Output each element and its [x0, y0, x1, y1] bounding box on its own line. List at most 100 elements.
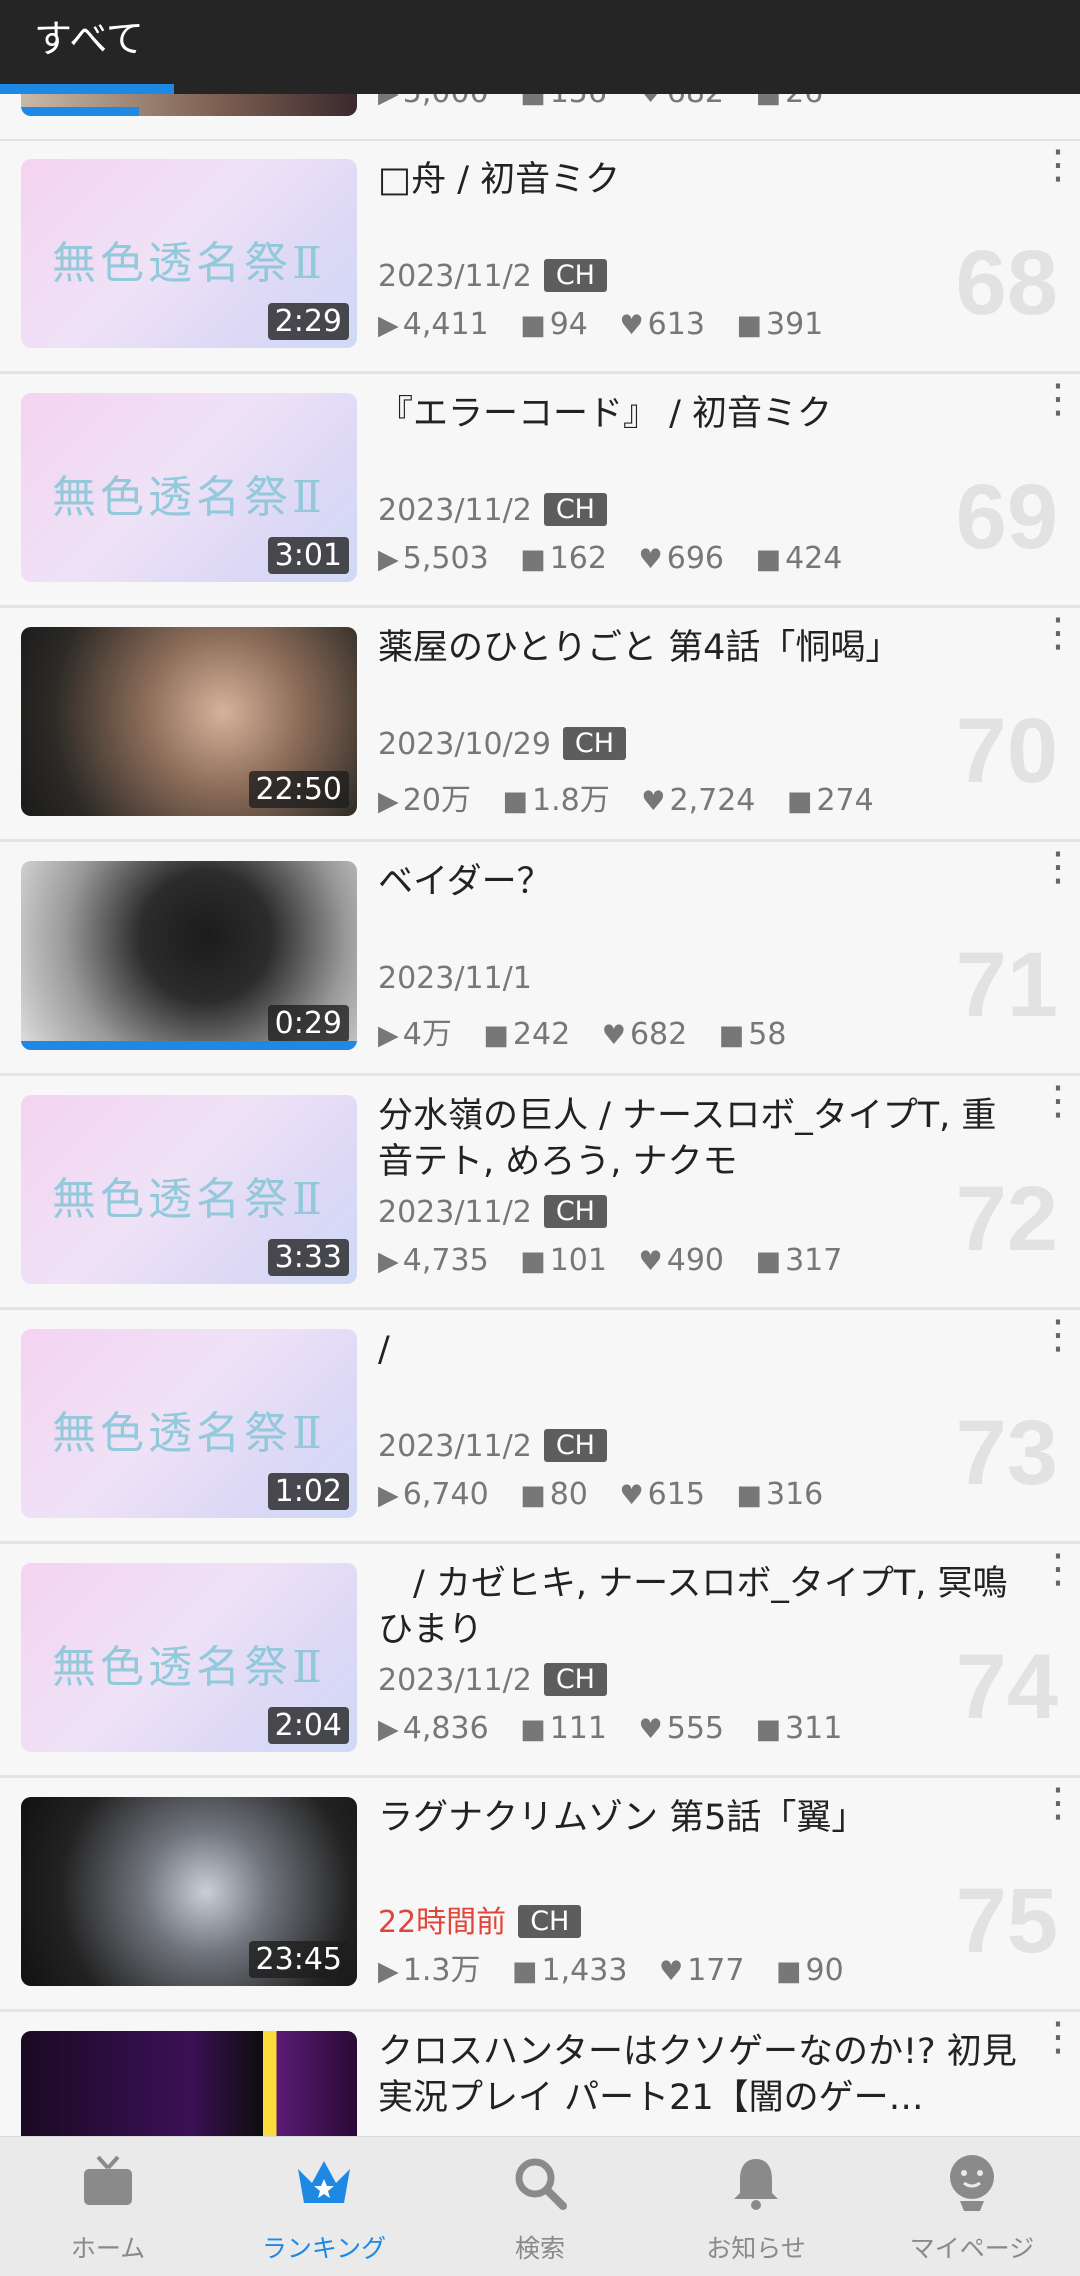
- rank-number: 74: [955, 1636, 1058, 1738]
- like-count: ♥ 696: [638, 541, 725, 576]
- play-icon: ▶: [378, 1714, 399, 1745]
- view-count: ▶ 4,735: [378, 1243, 489, 1278]
- upload-date: 2023/11/2 CH: [378, 1195, 607, 1230]
- folder-icon: ■: [786, 786, 813, 817]
- more-options-icon[interactable]: ⋮: [1038, 1081, 1078, 1121]
- list-item[interactable]: 0:29 ベイダー？ 2023/11/1 ▶ 4万 ■ 242 ♥ 682 ■ 58 7…: [0, 843, 1080, 1076]
- video-duration: 22:50: [248, 771, 349, 808]
- search-icon: [515, 2158, 567, 2210]
- tv-icon: [84, 2155, 132, 2205]
- mylist-count: ■ 316: [736, 1477, 824, 1512]
- list-item[interactable]: 無色透名祭Ⅱ 2:04 / カゼヒキ, ナースロボ_タイプT, 冥鳴ひまり 20…: [0, 1545, 1080, 1778]
- more-options-icon[interactable]: ⋮: [1038, 379, 1078, 419]
- list-item[interactable]: 無色透名祭Ⅱ 3:33 分水嶺の巨人 / ナースロボ_タイプT, 重音テト, め…: [0, 1077, 1080, 1310]
- thumbnail-logo-text: 無色透名祭Ⅱ: [52, 1174, 326, 1225]
- more-options-icon[interactable]: ⋮: [1038, 2017, 1078, 2057]
- comment-count: ■ 101: [520, 1243, 607, 1278]
- video-thumbnail[interactable]: 23:45: [21, 1797, 357, 1986]
- video-stats: ▶ 4,411 ■ 94 ♥ 613 ■ 391: [378, 307, 845, 342]
- more-options-icon[interactable]: ⋮: [1038, 145, 1078, 185]
- thumbnail-logo-text: 無色透名祭Ⅱ: [52, 1408, 326, 1459]
- like-count: ♥ 177: [658, 1953, 745, 1988]
- heart-icon: ♥: [638, 1246, 663, 1277]
- list-item[interactable]: 23:45 ラグナクリムゾン 第5話「翼」 22時間前 CH ▶ 1.3万 ■ 1,4…: [0, 1779, 1080, 2012]
- video-thumbnail[interactable]: 0:29: [21, 861, 357, 1050]
- more-options-icon[interactable]: ⋮: [1038, 847, 1078, 887]
- view-count: ▶ 5,503: [378, 541, 489, 576]
- comment-icon: ■: [520, 310, 546, 341]
- upload-date-text: 2023/11/2: [378, 259, 532, 294]
- more-options-icon[interactable]: ⋮: [1038, 1315, 1078, 1355]
- upload-date: 2023/11/1: [378, 961, 532, 996]
- like-count: ♥ 490: [638, 1243, 725, 1278]
- folder-icon: ■: [736, 1480, 762, 1511]
- nav-item-notifications[interactable]: お知らせ: [648, 2137, 864, 2276]
- video-thumbnail[interactable]: 無色透名祭Ⅱ 1:02: [21, 1329, 357, 1518]
- active-tab-indicator: [0, 84, 174, 94]
- folder-icon: ■: [755, 1246, 782, 1277]
- mylist-count: ■ 311: [755, 1711, 843, 1746]
- video-title[interactable]: クロスハンターはクソゲーなのか!? 初見実況プレイ パート21【闇のゲー…: [378, 2029, 1028, 2121]
- video-title[interactable]: 分水嶺の巨人 / ナースロボ_タイプT, 重音テト, めろう, ナクモ: [378, 1093, 1028, 1185]
- video-thumbnail[interactable]: 無色透名祭Ⅱ 2:04: [21, 1563, 357, 1752]
- video-title[interactable]: ラグナクリムゾン 第5話「翼」: [378, 1795, 1028, 1841]
- upload-date: 2023/11/2 CH: [378, 1429, 607, 1464]
- video-stats: ▶ 4万 ■ 242 ♥ 682 ■ 58: [378, 1009, 808, 1053]
- nav-label: ランキング: [261, 2234, 387, 2263]
- channel-badge: CH: [562, 727, 627, 760]
- list-item[interactable]: 無色透名祭Ⅱ 2:29 □舟 / 初音ミク 2023/11/2 CH ▶ 4,411…: [0, 141, 1080, 374]
- list-item[interactable]: 無色透名祭Ⅱ 3:01 『エラーコード』 / 初音ミク 2023/11/2 CH …: [0, 375, 1080, 608]
- more-options-icon[interactable]: ⋮: [1038, 1783, 1078, 1823]
- video-thumbnail[interactable]: 無色透名祭Ⅱ 3:01: [21, 393, 357, 582]
- upload-date-text: 2023/11/1: [378, 961, 532, 996]
- video-title[interactable]: /: [378, 1327, 1028, 1373]
- nav-item-home[interactable]: ホーム: [0, 2137, 216, 2276]
- video-duration: 3:01: [267, 537, 349, 574]
- comment-icon: ■: [520, 1480, 546, 1511]
- like-count: ♥ 555: [638, 1711, 725, 1746]
- heart-icon: ♥: [641, 786, 666, 817]
- video-title[interactable]: / カゼヒキ, ナースロボ_タイプT, 冥鳴ひまり: [378, 1561, 1028, 1653]
- watch-progress-bar: [21, 1041, 357, 1050]
- header-bar: すべて: [0, 0, 1080, 94]
- comment-icon: ■: [520, 1714, 546, 1745]
- more-options-icon[interactable]: ⋮: [1038, 1549, 1078, 1589]
- video-title[interactable]: 『エラーコード』 / 初音ミク: [378, 391, 1028, 437]
- upload-date-text: 2023/11/2: [378, 1429, 532, 1464]
- video-duration: 3:33: [267, 1239, 349, 1276]
- view-count: ▶ 4万: [378, 1017, 452, 1052]
- video-thumbnail[interactable]: 無色透名祭Ⅱ 2:29: [21, 159, 357, 348]
- mylist-count: ■ 317: [755, 1243, 843, 1278]
- more-options-icon[interactable]: ⋮: [1038, 613, 1078, 653]
- nav-item-mypage[interactable]: マイページ: [864, 2137, 1080, 2276]
- heart-icon: ♥: [638, 1714, 663, 1745]
- list-item[interactable]: 22:50 薬屋のひとりごと 第4話「恫喝」 2023/10/29 CH ▶ 20万…: [0, 609, 1080, 842]
- video-title[interactable]: 薬屋のひとりごと 第4話「恫喝」: [378, 625, 1028, 671]
- mylist-count: ■ 90: [776, 1953, 844, 1988]
- video-thumbnail[interactable]: 無色透名祭Ⅱ 3:33: [21, 1095, 357, 1284]
- comment-icon: ■: [502, 786, 529, 817]
- upload-date: 2023/10/29 CH: [378, 727, 627, 762]
- list-item[interactable]: 無色透名祭Ⅱ 1:02 / 2023/11/2 CH ▶ 6,740 ■ 80 ♥ 61…: [0, 1311, 1080, 1544]
- upload-date: 22時間前 CH: [378, 1897, 582, 1941]
- heart-icon: ♥: [658, 1956, 684, 1987]
- rank-number: 70: [955, 700, 1058, 802]
- nav-item-ranking[interactable]: ランキング: [216, 2137, 432, 2276]
- play-icon: ▶: [378, 1956, 399, 1987]
- comment-count: ■ 242: [483, 1017, 571, 1052]
- mylist-count: ■ 58: [718, 1017, 787, 1052]
- video-title[interactable]: □舟 / 初音ミク: [378, 157, 1028, 203]
- view-count: ▶ 4,411: [378, 307, 489, 342]
- heart-icon: ♥: [601, 1020, 626, 1051]
- rank-number: 75: [955, 1870, 1058, 1972]
- comment-count: ■ 111: [520, 1711, 607, 1746]
- rank-number: 72: [955, 1168, 1058, 1270]
- page-title[interactable]: すべて: [34, 8, 144, 63]
- channel-badge: CH: [543, 493, 607, 526]
- nav-item-search[interactable]: 検索: [432, 2137, 648, 2276]
- video-title[interactable]: ベイダー？: [378, 859, 1028, 905]
- video-thumbnail[interactable]: 22:50: [21, 627, 357, 816]
- comment-icon: ■: [520, 544, 546, 575]
- nav-label: お知らせ: [706, 2234, 806, 2263]
- upload-date-text: 22時間前: [378, 1905, 507, 1940]
